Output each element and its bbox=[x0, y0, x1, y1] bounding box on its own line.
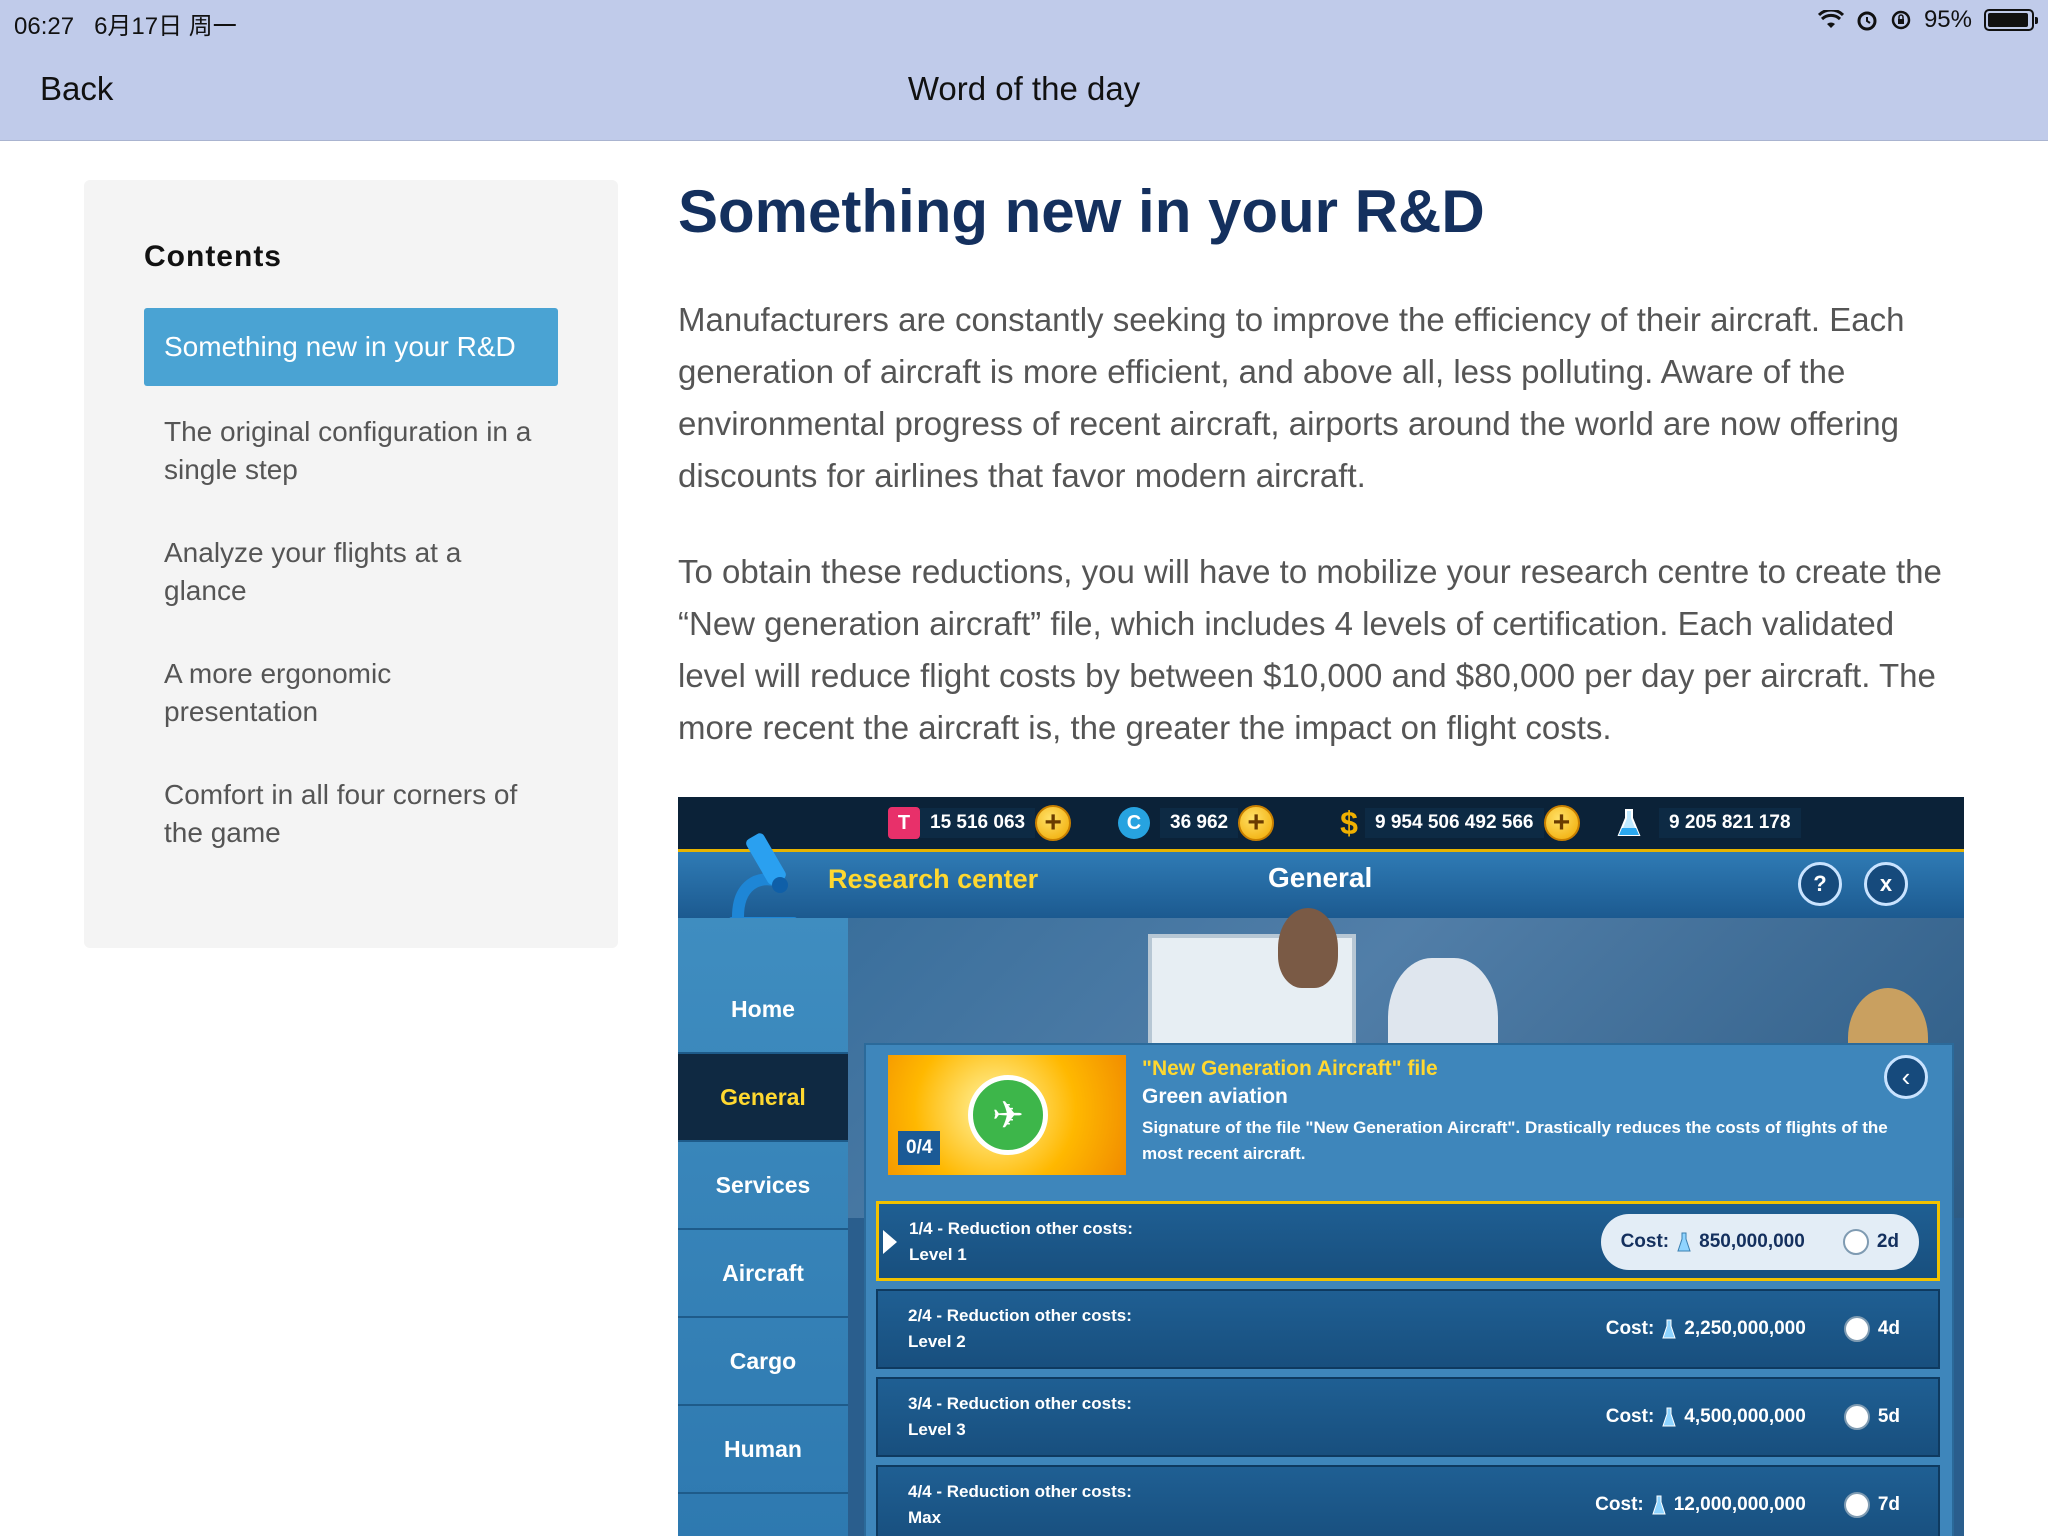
menu-services[interactable]: Services bbox=[678, 1142, 848, 1230]
menu-aircraft[interactable]: Aircraft bbox=[678, 1230, 848, 1318]
toc-item-ergonomic[interactable]: A more ergonomic presentation bbox=[144, 637, 558, 749]
level-cost: Cost: 12,000,000,000 7d bbox=[1575, 1477, 1920, 1533]
file-progress: 0/4 bbox=[898, 1131, 941, 1165]
level-row[interactable]: 1/4 - Reduction other costs: Level 1 Cost… bbox=[876, 1201, 1940, 1281]
flask-icon bbox=[1677, 1232, 1691, 1252]
level-text: 3/4 - Reduction other costs: Level 3 bbox=[908, 1394, 1132, 1439]
status-date: 6月17日 周一 bbox=[94, 13, 237, 40]
menu-home[interactable]: Home bbox=[678, 966, 848, 1054]
contents-panel: Contents Something new in your R&D The o… bbox=[84, 180, 618, 948]
general-title: General bbox=[1268, 862, 1373, 893]
coin-icon: C bbox=[1118, 807, 1150, 839]
battery-icon bbox=[1984, 9, 2038, 31]
close-button[interactable]: x bbox=[1864, 862, 1908, 906]
file-header: ✈ 0/4 "New Generation Aircraft" file Gre… bbox=[866, 1045, 1952, 1185]
contents-heading: Contents bbox=[144, 240, 282, 273]
research-center-title: Research center bbox=[828, 864, 1039, 894]
status-icons: 95% bbox=[1817, 6, 2038, 34]
level-cost: Cost: 850,000,000 2d bbox=[1600, 1214, 1919, 1270]
alarm-icon bbox=[1856, 9, 1878, 31]
research-file-panel: ✈ 0/4 "New Generation Aircraft" file Gre… bbox=[864, 1043, 1954, 1536]
tickets-resource: T 15 516 063 + bbox=[888, 805, 1072, 841]
resource-bar: T 15 516 063 + C 36 962 + $ 9 954 506 49… bbox=[678, 797, 1964, 849]
article: Something new in your R&D Manufacturers … bbox=[678, 170, 1968, 798]
article-paragraph-2: To obtain these reductions, you will hav… bbox=[678, 553, 1942, 746]
help-button[interactable]: ? bbox=[1798, 862, 1842, 906]
level-row[interactable]: 2/4 - Reduction other costs: Level 2 Cost… bbox=[876, 1289, 1940, 1369]
research-value: 9 205 821 178 bbox=[1659, 808, 1801, 838]
battery-percent: 95% bbox=[1923, 6, 1972, 33]
plus-icon[interactable]: + bbox=[1543, 805, 1580, 841]
level-text: 4/4 - Reduction other costs: Max bbox=[908, 1482, 1132, 1527]
rotation-lock-icon bbox=[1890, 9, 1912, 31]
timer-icon bbox=[1843, 1492, 1870, 1518]
timer-icon bbox=[1843, 1316, 1870, 1342]
level-row[interactable]: 4/4 - Reduction other costs: Max Cost: 12… bbox=[876, 1465, 1940, 1536]
timer-icon bbox=[1842, 1229, 1869, 1255]
wifi-icon bbox=[1817, 10, 1844, 30]
status-time: 06:27 6月17日 周一 bbox=[14, 13, 237, 40]
plus-icon[interactable]: + bbox=[1238, 805, 1275, 841]
play-icon bbox=[883, 1230, 897, 1254]
scientist-figure bbox=[1278, 908, 1338, 988]
research-header: Research center General ? x bbox=[678, 849, 1964, 921]
toc-item-configuration[interactable]: The original configuration in a single s… bbox=[144, 395, 558, 507]
game-side-menu: Home General Services Aircraft Cargo Hum… bbox=[678, 918, 848, 1536]
dollar-icon: $ bbox=[1340, 804, 1358, 841]
flask-icon bbox=[1613, 807, 1645, 839]
chevron-left-icon[interactable]: ‹ bbox=[1884, 1055, 1928, 1099]
level-text: 2/4 - Reduction other costs: Level 2 bbox=[908, 1306, 1132, 1351]
flask-icon bbox=[1662, 1319, 1676, 1339]
toc-item-analyze-flights[interactable]: Analyze your flights at a glance bbox=[144, 516, 558, 628]
coins-value: 36 962 bbox=[1160, 808, 1239, 838]
file-subtitle: Green aviation bbox=[1142, 1085, 1288, 1108]
flask-icon bbox=[1662, 1407, 1676, 1427]
dollars-value: 9 954 506 492 566 bbox=[1365, 808, 1544, 838]
game-screenshot: T 15 516 063 + C 36 962 + $ 9 954 506 49… bbox=[678, 797, 1964, 1536]
page-title: Word of the day bbox=[907, 70, 1141, 107]
file-description: Signature of the file "New Generation Ai… bbox=[1142, 1118, 1888, 1163]
file-title: "New Generation Aircraft" file bbox=[1142, 1057, 1438, 1080]
battery-fill bbox=[1988, 13, 2028, 27]
tickets-value: 15 516 063 bbox=[920, 808, 1036, 838]
level-cost: Cost: 4,500,000,000 5d bbox=[1586, 1389, 1920, 1445]
plane-icon: ✈ bbox=[968, 1075, 1048, 1155]
flask-icon bbox=[1652, 1495, 1666, 1515]
level-cost: Cost: 2,250,000,000 4d bbox=[1586, 1301, 1920, 1357]
level-row[interactable]: 3/4 - Reduction other costs: Level 3 Cost… bbox=[876, 1377, 1940, 1457]
toc-item-rnd[interactable]: Something new in your R&D bbox=[144, 308, 558, 386]
dollars-resource: $ 9 954 506 492 566 + bbox=[1333, 804, 1580, 841]
contents-list: Something new in your R&D The original c… bbox=[144, 308, 558, 879]
toc-item-comfort[interactable]: Comfort in all four corners of the game bbox=[144, 758, 558, 870]
menu-cargo[interactable]: Cargo bbox=[678, 1318, 848, 1406]
file-image: ✈ 0/4 bbox=[888, 1055, 1126, 1175]
menu-general[interactable]: General bbox=[678, 1054, 848, 1142]
research-resource: 9 205 821 178 bbox=[1613, 806, 1801, 840]
timer-icon bbox=[1843, 1404, 1870, 1430]
article-title: Something new in your R&D bbox=[678, 178, 1485, 245]
level-text: 1/4 - Reduction other costs: Level 1 bbox=[909, 1219, 1133, 1264]
plus-icon[interactable]: + bbox=[1035, 805, 1072, 841]
coins-resource: C 36 962 + bbox=[1118, 805, 1275, 841]
ticket-icon: T bbox=[888, 807, 920, 839]
article-paragraph-1: Manufacturers are constantly seeking to … bbox=[678, 301, 1905, 494]
top-bar: 06:27 6月17日 周一 95% Back Word of the day bbox=[0, 0, 2048, 141]
menu-human[interactable]: Human bbox=[678, 1406, 848, 1494]
